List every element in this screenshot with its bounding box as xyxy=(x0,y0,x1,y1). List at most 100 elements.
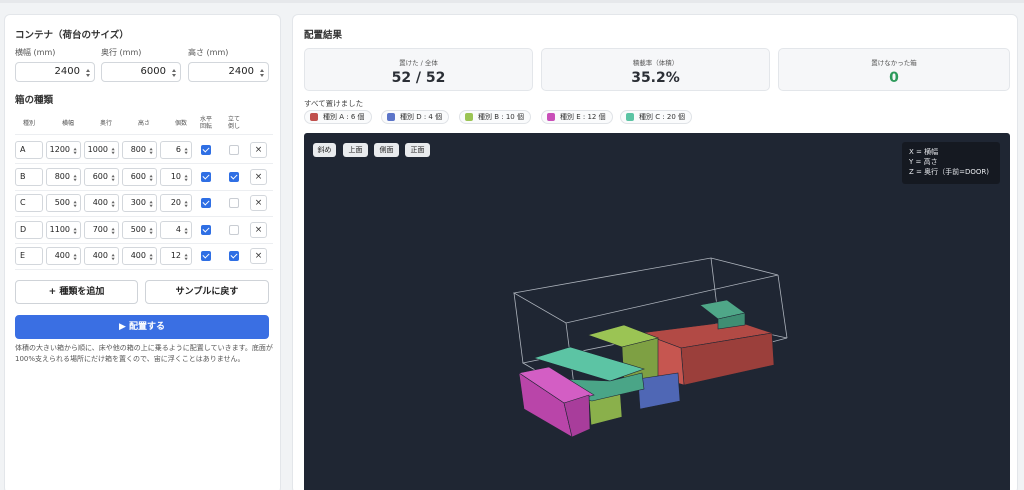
row-e-w-input[interactable]: 400 xyxy=(46,247,81,265)
spinner-icon[interactable] xyxy=(111,253,116,261)
cell-value: B xyxy=(20,171,26,181)
depth-label: 奥行 (mm) xyxy=(101,48,142,57)
row-d-tilt-checkbox[interactable] xyxy=(229,224,239,235)
row-a-rotate-checkbox[interactable] xyxy=(201,145,211,155)
row-d-count-input[interactable]: 4 xyxy=(160,220,192,239)
add-type-button[interactable]: + 種類を追加 xyxy=(15,280,138,304)
container-width-value: 2400 xyxy=(54,66,80,77)
row-d-h-input[interactable]: 500 xyxy=(122,220,157,239)
reset-sample-button[interactable]: サンプルに戻す xyxy=(145,280,269,304)
col-header-type: 種別 xyxy=(22,120,35,127)
spinner-icon[interactable] xyxy=(73,147,78,155)
placed-count-card: 置けた / 全体 52 / 52 xyxy=(304,48,533,91)
row-e-h-input[interactable]: 400 xyxy=(122,247,157,265)
row-c-delete-button[interactable]: × xyxy=(250,195,267,211)
cell-value: D xyxy=(20,224,27,234)
row-b-rotate-checkbox[interactable] xyxy=(201,171,211,182)
spinner-icon[interactable] xyxy=(184,227,189,234)
row-e-delete-button[interactable]: × xyxy=(250,248,267,264)
row-a-d-input[interactable]: 1000 xyxy=(84,141,119,159)
container-depth-input[interactable]: 6000 xyxy=(101,62,181,82)
cell-value: 400 xyxy=(92,251,108,260)
row-b-delete-button[interactable]: × xyxy=(250,168,267,185)
row-d-rotate-checkbox[interactable] xyxy=(201,224,211,235)
spinner-icon[interactable] xyxy=(111,174,116,181)
row-d-d-input[interactable]: 700 xyxy=(84,220,119,239)
color-swatch xyxy=(387,113,395,121)
spinner-icon[interactable] xyxy=(73,253,78,261)
spinner-icon[interactable] xyxy=(86,69,91,77)
row-b-h-input[interactable]: 600 xyxy=(122,167,157,186)
row-c-id-input[interactable]: C xyxy=(15,194,43,212)
row-a-tilt-checkbox[interactable] xyxy=(229,145,239,155)
container-height-input[interactable]: 2400 xyxy=(188,62,269,82)
row-e-count-input[interactable]: 12 xyxy=(160,247,192,265)
cell-value: 400 xyxy=(130,251,146,260)
type-pill-d: 種別 D : 4 個 xyxy=(381,110,450,124)
row-c-d-input[interactable]: 400 xyxy=(84,194,119,212)
color-swatch xyxy=(626,113,634,121)
row-a-delete-button[interactable]: × xyxy=(250,142,267,158)
cell-value: 800 xyxy=(130,145,146,154)
type-pill-b: 種別 B : 10 個 xyxy=(459,110,531,124)
3d-viewer[interactable]: 斜め 上面 側面 正面 X = 横幅 Y = 高さ Z = 奥行（手前=DOOR… xyxy=(304,133,1010,490)
spinner-icon[interactable] xyxy=(184,174,189,181)
stack-e-magenta xyxy=(518,366,595,438)
spinner-icon[interactable] xyxy=(73,200,78,208)
cell-value: 500 xyxy=(54,198,70,207)
row-d-w-input[interactable]: 1100 xyxy=(46,220,81,239)
row-b-tilt-checkbox[interactable] xyxy=(229,171,239,182)
row-b-d-input[interactable]: 600 xyxy=(84,167,119,186)
container-width-input[interactable]: 2400 xyxy=(15,62,95,82)
row-c-count-input[interactable]: 20 xyxy=(160,194,192,212)
col-header-height: 高さ xyxy=(137,120,150,127)
spinner-icon[interactable] xyxy=(111,227,116,234)
spinner-icon[interactable] xyxy=(149,253,154,261)
spinner-icon[interactable] xyxy=(73,174,78,181)
result-title: 配置結果 xyxy=(304,30,343,41)
spinner-icon[interactable] xyxy=(149,227,154,234)
col-header-tilt: 立て 倒し xyxy=(227,116,240,130)
cell-value: 600 xyxy=(92,171,108,181)
row-d-id-input[interactable]: D xyxy=(15,220,43,239)
row-a-count-input[interactable]: 6 xyxy=(160,141,192,159)
row-c-rotate-checkbox[interactable] xyxy=(201,198,211,208)
spinner-icon[interactable] xyxy=(184,200,189,208)
pill-label: 種別 C : 20 個 xyxy=(639,113,686,121)
row-c-h-input[interactable]: 300 xyxy=(122,194,157,212)
spinner-icon[interactable] xyxy=(260,69,265,77)
row-e-rotate-checkbox[interactable] xyxy=(201,251,211,261)
load-ratio-label: 積載率（体積） xyxy=(632,59,679,67)
spinner-icon[interactable] xyxy=(149,174,154,181)
spinner-icon[interactable] xyxy=(149,147,154,155)
pill-label: 種別 B : 10 個 xyxy=(478,113,524,121)
col-header-width: 横幅 xyxy=(61,120,74,127)
row-a-h-input[interactable]: 800 xyxy=(122,141,157,159)
cell-value: 12 xyxy=(170,251,181,260)
row-b-count-input[interactable]: 10 xyxy=(160,167,192,186)
row-c-w-input[interactable]: 500 xyxy=(46,194,81,212)
row-a-w-input[interactable]: 1200 xyxy=(46,141,81,159)
spinner-icon[interactable] xyxy=(149,200,154,208)
row-c-tilt-checkbox[interactable] xyxy=(229,198,239,208)
placed-count-value: 52 / 52 xyxy=(391,70,446,86)
row-e-d-input[interactable]: 400 xyxy=(84,247,119,265)
row-e-id-input[interactable]: E xyxy=(15,247,43,265)
spinner-icon[interactable] xyxy=(111,147,116,155)
row-d-delete-button[interactable]: × xyxy=(250,221,267,238)
spinner-icon[interactable] xyxy=(73,227,78,234)
row-e-tilt-checkbox[interactable] xyxy=(229,251,239,261)
all-placed-message: すべて置けました xyxy=(304,99,364,108)
row-b-id-input[interactable]: B xyxy=(15,167,43,186)
spinner-icon[interactable] xyxy=(184,147,189,155)
cell-value: A xyxy=(20,145,26,154)
cell-value: 20 xyxy=(170,198,181,207)
row-b-w-input[interactable]: 800 xyxy=(46,167,81,186)
spinner-icon[interactable] xyxy=(184,253,189,261)
spinner-icon[interactable] xyxy=(172,69,177,77)
unplaced-card: 置けなかった箱 0 xyxy=(778,48,1010,91)
place-button[interactable]: ▶ 配置する xyxy=(15,315,269,339)
spinner-icon[interactable] xyxy=(111,200,116,208)
cell-value: E xyxy=(20,251,26,260)
row-a-id-input[interactable]: A xyxy=(15,141,43,159)
